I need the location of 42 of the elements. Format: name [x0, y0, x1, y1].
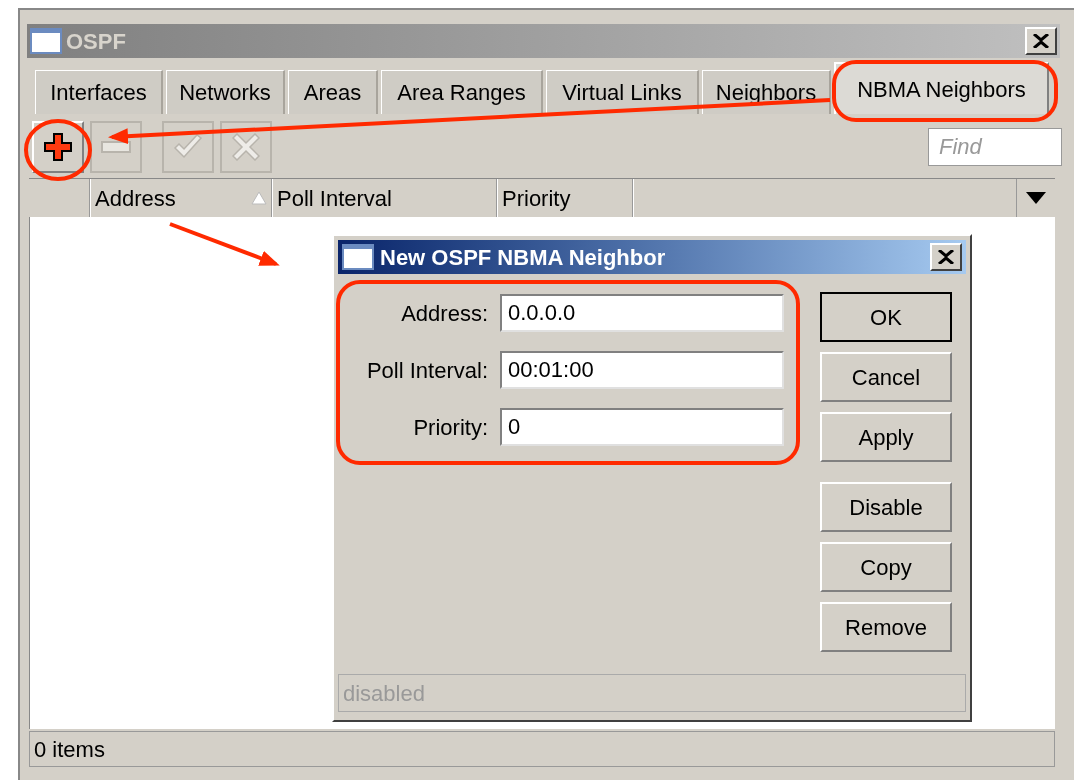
- annotation-circle: [24, 119, 92, 181]
- status-text: 0 items: [29, 731, 1055, 767]
- column-header[interactable]: Poll Interval: [272, 179, 497, 217]
- column-label: Priority: [502, 184, 571, 213]
- status-field: disabled: [338, 674, 966, 712]
- close-icon: [938, 250, 954, 264]
- plus-icon: [43, 132, 73, 162]
- caret-icon: [1026, 192, 1046, 204]
- input-field[interactable]: 0: [500, 408, 784, 446]
- column-header[interactable]: Address: [90, 179, 272, 217]
- dialog-button[interactable]: OK: [820, 292, 952, 342]
- minus-icon: [101, 141, 131, 153]
- find-field[interactable]: Find: [928, 128, 1062, 166]
- tab[interactable]: Virtual Links: [546, 70, 699, 114]
- dialog-title: New OSPF NBMA Neighbor: [380, 243, 666, 272]
- dialog-button[interactable]: Remove: [820, 602, 952, 652]
- input-field[interactable]: 00:01:00: [500, 351, 784, 389]
- field-label: Poll Interval:: [365, 356, 488, 385]
- close-button[interactable]: [930, 243, 962, 271]
- dialog-button[interactable]: Apply: [820, 412, 952, 462]
- window-icon: [342, 244, 374, 270]
- input-field[interactable]: 0.0.0.0: [500, 294, 784, 332]
- tab[interactable]: Neighbors: [702, 70, 831, 114]
- close-icon: [1033, 34, 1049, 48]
- field-label: Priority:: [412, 413, 488, 442]
- column-label: Poll Interval: [277, 184, 392, 213]
- dialog-button[interactable]: Copy: [820, 542, 952, 592]
- window-title: OSPF: [66, 27, 126, 56]
- tab[interactable]: Area Ranges: [381, 70, 543, 114]
- column-header[interactable]: Priority: [497, 179, 633, 217]
- tab[interactable]: NBMA Neighbors: [834, 62, 1049, 114]
- column-label: Address: [95, 184, 176, 213]
- checkmark-icon: [173, 134, 203, 160]
- window-icon: [30, 28, 62, 54]
- tab[interactable]: Networks: [166, 70, 285, 114]
- cross-icon: [232, 133, 260, 161]
- dialog-button[interactable]: Cancel: [820, 352, 952, 402]
- tab[interactable]: Interfaces: [35, 70, 163, 114]
- tab[interactable]: Areas: [288, 70, 378, 114]
- dialog-button[interactable]: Disable: [820, 482, 952, 532]
- field-label: Address:: [400, 299, 488, 328]
- close-button[interactable]: [1025, 27, 1057, 55]
